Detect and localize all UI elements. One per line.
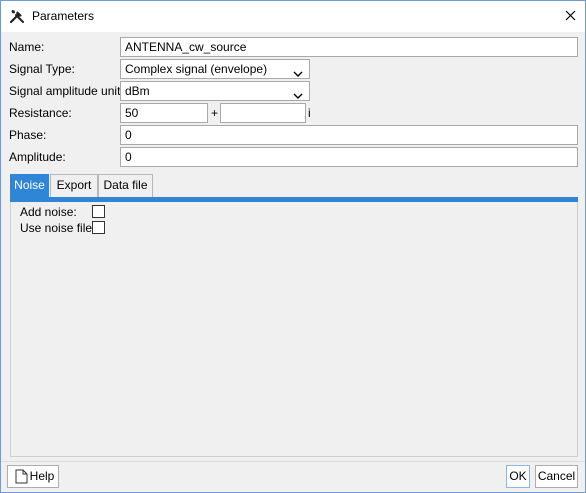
resistance-plus-sign: + (211, 106, 219, 120)
name-field[interactable]: ANTENNA_cw_source (120, 37, 578, 57)
amplitude-field[interactable]: 0 (120, 147, 578, 167)
chevron-down-icon (293, 87, 303, 99)
resistance-imag-field[interactable] (220, 103, 306, 123)
cancel-button[interactable]: Cancel (535, 465, 578, 488)
close-button[interactable] (555, 1, 585, 32)
chevron-down-icon (293, 65, 303, 77)
name-label: Name: (9, 40, 45, 54)
amplitude-units-label: Signal amplitude units: (9, 84, 130, 98)
window-title: Parameters (32, 9, 95, 23)
add-noise-label: Add noise: (20, 205, 77, 219)
tab-noise[interactable]: Noise (10, 174, 49, 197)
resistance-label: Resistance: (9, 106, 72, 120)
ok-button[interactable]: OK (506, 465, 530, 488)
amplitude-units-value: dBm (125, 84, 150, 98)
tab-export[interactable]: Export (50, 174, 98, 197)
add-noise-checkbox[interactable] (92, 205, 105, 218)
tab-data-file[interactable]: Data file (98, 174, 153, 197)
tools-icon (9, 8, 25, 24)
noise-tab-panel: Add noise: Use noise file: (10, 202, 578, 457)
parameters-dialog: Parameters Name: ANTENNA_cw_source Signa… (0, 0, 586, 493)
phase-field[interactable]: 0 (120, 125, 578, 145)
amplitude-label: Amplitude: (9, 150, 66, 164)
help-button[interactable]: Help (7, 465, 59, 488)
resistance-real-field[interactable]: 50 (120, 103, 208, 123)
signal-type-value: Complex signal (envelope) (125, 62, 268, 76)
use-noise-file-label: Use noise file: (20, 221, 96, 235)
signal-type-label: Signal Type: (9, 62, 75, 76)
help-label: Help (29, 469, 55, 483)
resistance-imag-suffix: i (308, 106, 311, 120)
close-icon (565, 10, 576, 24)
amplitude-units-dropdown[interactable]: dBm (120, 81, 310, 101)
signal-type-dropdown[interactable]: Complex signal (envelope) (120, 59, 310, 79)
title-bar: Parameters (1, 1, 585, 32)
phase-label: Phase: (9, 128, 47, 142)
footer-divider (1, 461, 585, 462)
document-icon (15, 469, 28, 484)
use-noise-file-checkbox[interactable] (92, 221, 105, 234)
